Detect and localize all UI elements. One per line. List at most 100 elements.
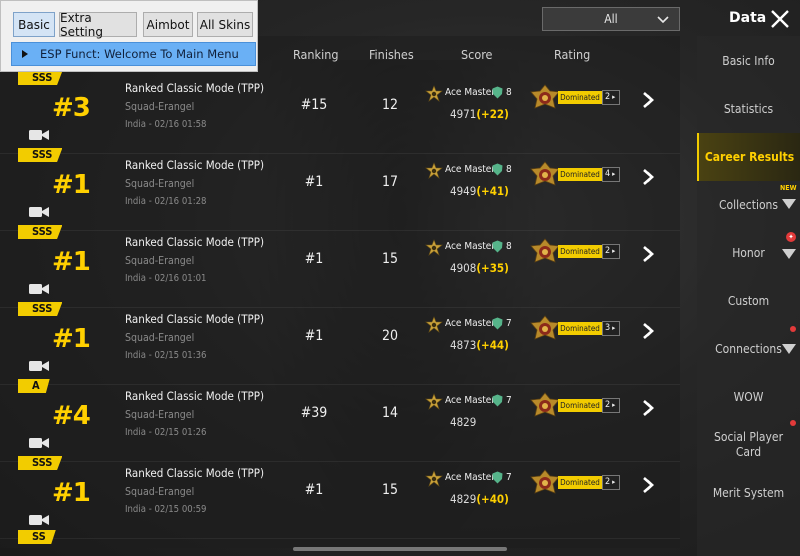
match-datetime: India - 02/16 01:58 <box>125 119 207 130</box>
chevron-down-icon[interactable] <box>781 198 797 210</box>
mode-filter-dropdown[interactable]: All <box>542 7 680 31</box>
sidebar-item-statistics[interactable]: Statistics <box>697 85 800 133</box>
match-mode: Ranked Classic Mode (TPP) <box>125 312 265 326</box>
tier-level: 8 <box>506 87 512 98</box>
video-camera-icon[interactable] <box>28 359 50 373</box>
sidebar-item-label: Social Player Card <box>713 430 784 459</box>
match-datetime: India - 02/16 01:01 <box>125 273 207 284</box>
rating-label: Dominated <box>558 245 602 258</box>
chevron-right-icon[interactable] <box>640 91 658 109</box>
match-map: Squad-Erangel <box>125 332 195 344</box>
video-camera-icon[interactable] <box>28 436 50 450</box>
table-row[interactable]: SSS #1 Ranked Classic Mode (TPP) Squad-E… <box>0 225 680 308</box>
sidebar-item-label: Collections <box>718 197 779 212</box>
tier-name: Ace Master <box>445 241 496 252</box>
esp-menu-item-label: ESP Funct: Welcome To Main Menu <box>40 47 239 61</box>
table-row[interactable]: SSS #3 Ranked Classic Mode (TPP) Squad-E… <box>0 71 680 154</box>
chevron-right-icon[interactable] <box>640 322 658 340</box>
tier-tag: SSS <box>18 456 63 470</box>
dominated-medal-icon <box>530 469 560 494</box>
column-header-ranking: Ranking <box>293 47 339 62</box>
finishes-value: 15 <box>381 482 399 498</box>
tier-tag: SSS <box>18 71 63 85</box>
tier-name: Ace Master <box>445 318 496 329</box>
tab-basic[interactable]: Basic <box>13 12 55 37</box>
sidebar-item-label: Statistics <box>723 101 774 116</box>
chevron-right-icon[interactable] <box>640 245 658 263</box>
tab-all-skins[interactable]: All Skins <box>197 12 253 37</box>
chevron-down-icon[interactable] <box>781 343 797 355</box>
close-icon[interactable] <box>769 8 791 30</box>
ace-master-tier-icon <box>425 393 443 410</box>
sidebar-item-social-player-card[interactable]: Social Player Card <box>697 421 800 469</box>
shield-icon <box>492 471 503 484</box>
score-value: 4829(+40) <box>450 492 509 506</box>
tier-tag: SS <box>18 530 56 544</box>
sidebar-item-career-results[interactable]: Career Results <box>697 133 800 181</box>
match-datetime: India - 02/16 01:28 <box>125 196 207 207</box>
chevron-right-icon[interactable] <box>640 476 658 494</box>
shield-icon <box>492 317 503 330</box>
match-map: Squad-Erangel <box>125 255 195 267</box>
score-value: 4971(+22) <box>450 107 509 121</box>
ranking-value: #39 <box>300 405 328 421</box>
esp-menu-item[interactable]: ESP Funct: Welcome To Main Menu <box>11 42 256 66</box>
tier-level: 8 <box>506 241 512 252</box>
page-title: Data <box>729 10 767 26</box>
table-row[interactable]: SSS #1 Ranked Classic Mode (TPP) Squad-E… <box>0 456 680 539</box>
video-camera-icon[interactable] <box>28 128 50 142</box>
score-delta: (+22) <box>476 107 509 121</box>
rating-count: 3 ▸ <box>602 321 620 336</box>
chevron-right-icon[interactable] <box>640 399 658 417</box>
chevron-down-icon[interactable] <box>781 248 797 260</box>
score-delta: (+41) <box>476 184 509 198</box>
tier-level: 7 <box>506 318 512 329</box>
placement-rank: #1 <box>52 478 91 508</box>
match-mode: Ranked Classic Mode (TPP) <box>125 235 265 249</box>
match-datetime: India - 02/15 01:26 <box>125 427 207 438</box>
score-value: 4829 <box>450 415 476 429</box>
sidebar-item-label: Connections <box>715 341 782 356</box>
sidebar-item-wow[interactable]: WOW <box>697 373 800 421</box>
column-header-finishes: Finishes <box>369 47 414 62</box>
rating-count: 2 ▸ <box>602 475 620 490</box>
tier-name: Ace Master <box>445 472 496 483</box>
match-datetime: India - 02/15 00:59 <box>125 504 207 515</box>
ace-master-tier-icon <box>425 470 443 487</box>
match-map: Squad-Erangel <box>125 178 195 190</box>
rating-label: Dominated <box>558 322 602 335</box>
new-badge: NEW <box>780 184 797 192</box>
match-map: Squad-Erangel <box>125 101 195 113</box>
sidebar-item-merit-system[interactable]: Merit System <box>697 469 800 517</box>
shield-icon <box>492 163 503 176</box>
score-delta: (+40) <box>476 492 509 506</box>
tier-name: Ace Master <box>445 87 496 98</box>
video-camera-icon[interactable] <box>28 205 50 219</box>
score-delta: (+44) <box>476 338 509 352</box>
chevron-right-icon[interactable] <box>640 168 658 186</box>
score-points: 4971 <box>450 107 477 121</box>
sidebar-item-label: Honor <box>732 245 765 260</box>
tier-tag: A <box>18 379 50 393</box>
score-points: 4829 <box>450 415 477 429</box>
table-row[interactable]: A #4 Ranked Classic Mode (TPP) Squad-Era… <box>0 379 680 462</box>
placement-rank: #1 <box>52 247 91 277</box>
shield-icon <box>492 394 503 407</box>
video-camera-icon[interactable] <box>28 282 50 296</box>
sidebar-item-custom[interactable]: Custom <box>697 277 800 325</box>
table-row[interactable]: SSS #1 Ranked Classic Mode (TPP) Squad-E… <box>0 302 680 385</box>
placement-rank: #3 <box>52 93 91 123</box>
ranking-value: #15 <box>300 97 328 113</box>
tier-tag: SSS <box>18 148 63 162</box>
table-row[interactable]: SSS #1 Ranked Classic Mode (TPP) Squad-E… <box>0 148 680 231</box>
tier-level: 7 <box>506 472 512 483</box>
notification-dot <box>790 420 796 426</box>
tab-aimbot[interactable]: Aimbot <box>143 12 193 37</box>
tier-name: Ace Master <box>445 395 496 406</box>
video-camera-icon[interactable] <box>28 513 50 527</box>
sidebar-item-basic-info[interactable]: Basic Info <box>697 37 800 85</box>
tab-extra-setting[interactable]: Extra Setting <box>59 11 137 39</box>
home-indicator <box>293 547 507 551</box>
placement-rank: #1 <box>52 324 91 354</box>
score-points: 4949 <box>450 184 477 198</box>
